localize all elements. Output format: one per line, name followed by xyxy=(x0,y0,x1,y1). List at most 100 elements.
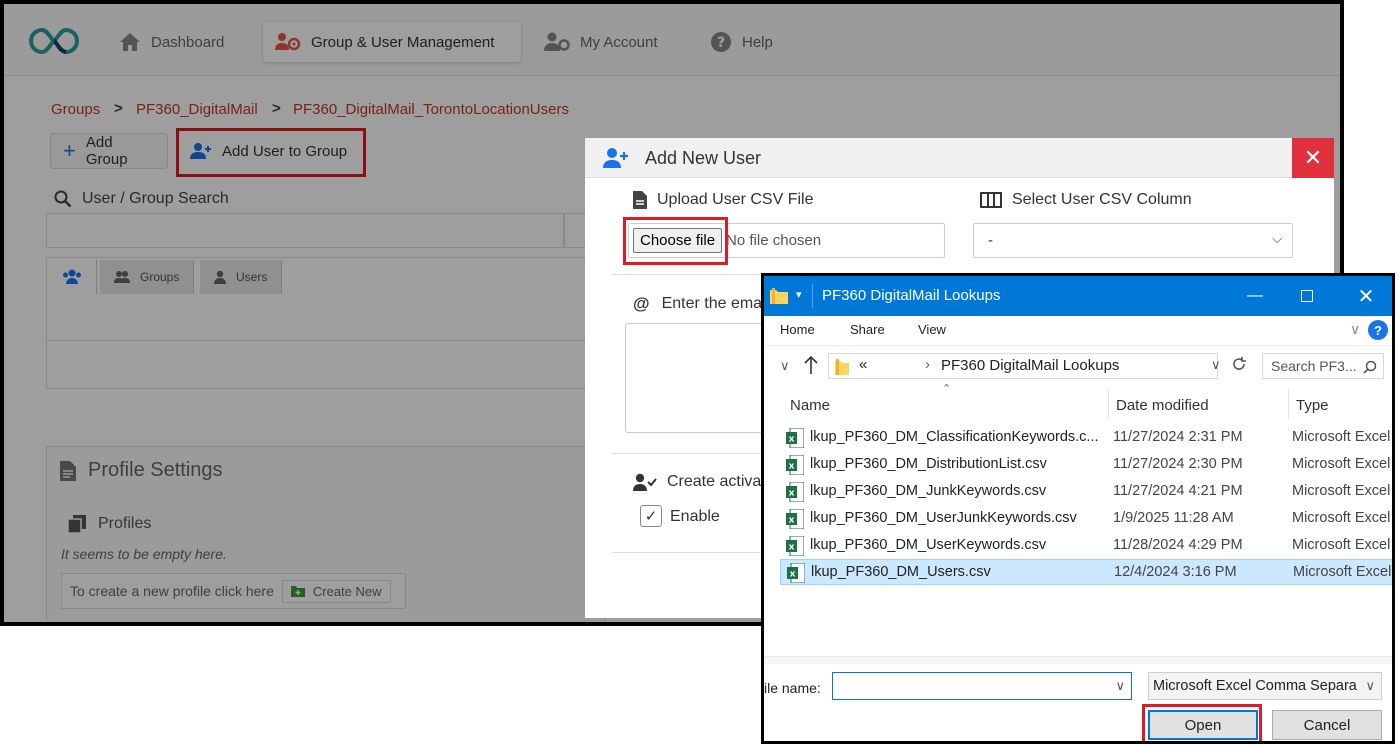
profile-settings-title: Profile Settings xyxy=(60,459,223,482)
no-file-chosen-text: No file chosen xyxy=(726,232,822,249)
csv-file-input[interactable]: Choose file No file chosen xyxy=(628,223,945,258)
folder-icon xyxy=(770,288,788,304)
create-new-button[interactable]: Create New xyxy=(281,579,391,603)
create-profile-row: To create a new profile click here Creat… xyxy=(61,573,406,609)
chevron-down-icon: ⌵ xyxy=(1272,231,1282,246)
up-arrow-icon[interactable] xyxy=(804,356,818,374)
folder-icon xyxy=(835,359,849,375)
chevron-right-icon: › xyxy=(925,356,930,373)
cancel-button[interactable]: Cancel xyxy=(1272,710,1382,740)
nav-my-account[interactable]: My Account xyxy=(532,22,670,62)
refresh-icon xyxy=(1233,357,1246,370)
svg-text:x: x xyxy=(789,462,795,472)
folder-plus-icon xyxy=(290,586,305,597)
file-row[interactable]: x lkup_PF360_DM_UserJunkKeywords.csv 1/9… xyxy=(780,506,1392,532)
top-navigation: Dashboard Group & User Management My Acc… xyxy=(4,4,1340,76)
column-divider xyxy=(1288,389,1289,419)
tab-all[interactable] xyxy=(48,260,97,294)
ribbon-tab-view[interactable]: View xyxy=(918,322,946,337)
group-icon xyxy=(114,271,130,283)
nav-group-user-management[interactable]: Group & User Management xyxy=(263,22,521,62)
svg-text:x: x xyxy=(789,516,795,526)
svg-text:?: ? xyxy=(717,35,725,51)
svg-text:x: x xyxy=(789,489,795,499)
file-row[interactable]: x lkup_PF360_DM_ClassificationKeywords.c… xyxy=(780,425,1392,451)
breadcrumb-groups[interactable]: Groups xyxy=(51,101,100,118)
copy-icon xyxy=(68,515,86,533)
address-overflow[interactable]: « xyxy=(859,356,867,373)
breadcrumb-digitalmail[interactable]: PF360_DigitalMail xyxy=(136,101,258,118)
file-open-dialog: ▾ PF360 DigitalMail Lookups — ✕ Home Sha… xyxy=(761,273,1395,744)
chevron-down-icon[interactable]: ∨ xyxy=(1115,678,1125,694)
ribbon-tab-home[interactable]: Home xyxy=(780,322,815,337)
home-icon xyxy=(120,33,140,51)
svg-text:x: x xyxy=(790,570,796,580)
recent-locations-icon[interactable]: ∨ xyxy=(780,358,790,374)
breadcrumb-separator: > xyxy=(272,100,281,117)
search-label: User / Group Search xyxy=(54,190,229,208)
select-csv-column-label: Select User CSV Column xyxy=(980,191,1192,209)
address-bar[interactable]: « › PF360 DigitalMail Lookups ∨ xyxy=(828,353,1221,379)
user-plus-icon xyxy=(190,143,211,159)
question-icon: ? xyxy=(1374,322,1382,338)
file-row[interactable]: x lkup_PF360_DM_DistributionList.csv 11/… xyxy=(780,452,1392,478)
titlebar-divider xyxy=(812,284,813,308)
svg-text:x: x xyxy=(789,543,795,553)
enable-label: Enable xyxy=(670,508,720,525)
file-row[interactable]: x lkup_PF360_DM_JunkKeywords.csv 11/27/2… xyxy=(780,479,1392,505)
search-input[interactable]: Search PF3... xyxy=(1262,353,1384,379)
excel-csv-icon: x xyxy=(786,509,804,529)
column-type[interactable]: Type xyxy=(1296,397,1329,414)
chevron-down-icon[interactable]: ∨ xyxy=(1211,357,1221,373)
refresh-button[interactable] xyxy=(1230,355,1252,377)
add-group-button[interactable]: + Add Group xyxy=(50,133,168,169)
close-icon: ✕ xyxy=(1303,145,1323,170)
file-row[interactable]: x lkup_PF360_DM_UserKeywords.csv 11/28/2… xyxy=(780,533,1392,559)
column-divider xyxy=(1108,389,1109,419)
search-icon xyxy=(1363,360,1377,374)
dialog-title: PF360 DigitalMail Lookups xyxy=(822,287,1001,304)
open-button[interactable]: Open xyxy=(1148,710,1258,740)
excel-csv-icon: x xyxy=(786,455,804,475)
tab-groups[interactable]: Groups xyxy=(100,260,195,294)
modal-title: Add New User xyxy=(645,148,762,168)
address-folder[interactable]: PF360 DigitalMail Lookups xyxy=(941,357,1119,374)
csv-column-select[interactable]: - ⌵ xyxy=(973,223,1293,258)
quick-access-dropdown-icon[interactable]: ▾ xyxy=(796,288,802,301)
ribbon-tab-share[interactable]: Share xyxy=(850,322,885,337)
add-user-to-group-button[interactable]: Add User to Group xyxy=(178,133,364,169)
close-window-button[interactable]: ✕ xyxy=(1351,282,1381,310)
search-input[interactable] xyxy=(46,213,564,248)
users-cog-icon xyxy=(275,33,301,51)
nav-dashboard[interactable]: Dashboard xyxy=(107,22,236,62)
app-logo[interactable] xyxy=(28,26,80,61)
maximize-icon xyxy=(1301,290,1313,302)
create-activation-label: Create activa xyxy=(633,473,761,491)
at-icon: @ xyxy=(633,294,650,313)
breadcrumb-toronto-users[interactable]: PF360_DigitalMail_TorontoLocationUsers xyxy=(293,101,569,118)
minimize-icon: — xyxy=(1247,287,1263,304)
tab-users[interactable]: Users xyxy=(200,260,283,294)
ribbon: Home Share View ∨ ? xyxy=(764,316,1392,346)
file-row-selected[interactable]: x lkup_PF360_DM_Users.csv 12/4/2024 3:16… xyxy=(780,559,1392,585)
check-icon: ✓ xyxy=(644,508,658,525)
enable-checkbox[interactable]: ✓ xyxy=(640,505,662,527)
minimize-button[interactable]: — xyxy=(1240,282,1270,310)
expand-ribbon-icon[interactable]: ∨ xyxy=(1350,321,1360,338)
column-date-modified[interactable]: Date modified xyxy=(1116,397,1209,414)
maximize-button[interactable] xyxy=(1292,282,1322,310)
nav-help[interactable]: ? Help xyxy=(698,22,785,62)
close-button[interactable]: ✕ xyxy=(1292,138,1334,178)
table-divider xyxy=(46,340,606,341)
user-plus-icon xyxy=(603,148,628,168)
choose-file-button[interactable]: Choose file xyxy=(633,228,723,253)
user-cog-icon xyxy=(544,32,570,51)
file-name-input[interactable]: ∨ xyxy=(832,672,1132,700)
file-type-select[interactable]: Microsoft Excel Comma Separa ∨ xyxy=(1148,672,1382,700)
splitter[interactable] xyxy=(764,656,1392,664)
help-button[interactable]: ? xyxy=(1368,320,1388,340)
column-name[interactable]: Name xyxy=(790,397,830,414)
search-icon xyxy=(54,190,72,208)
users-icon xyxy=(63,269,81,284)
user-icon xyxy=(214,270,226,284)
